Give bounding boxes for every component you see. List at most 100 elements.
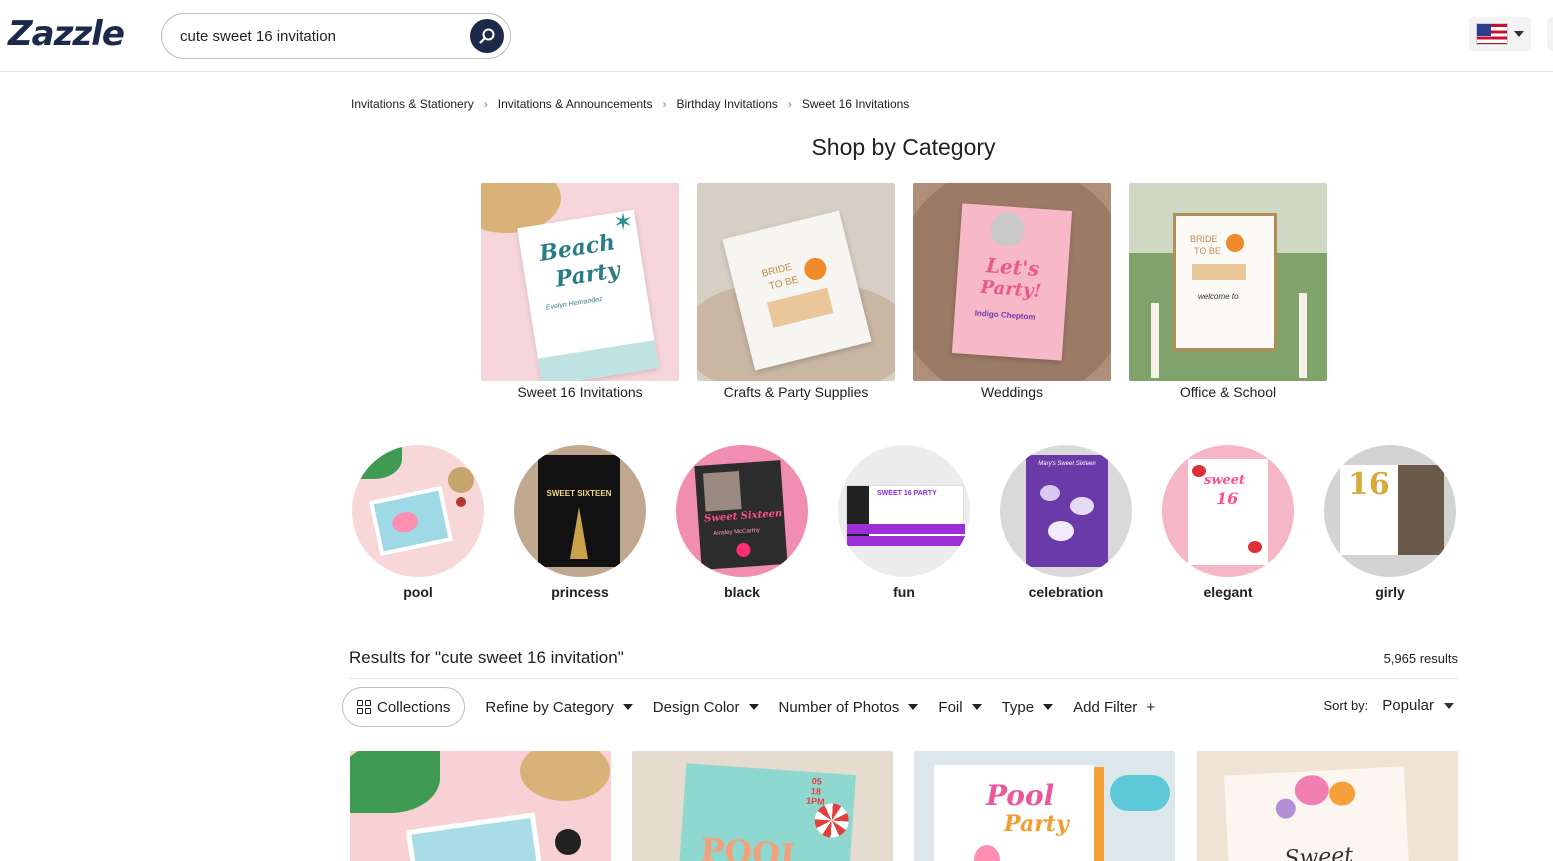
style-chip-princess[interactable]: SWEET SIXTEEN princess (514, 445, 646, 600)
category-tile-office-school[interactable]: BRIDE TO BE welcome to Office & School (1129, 183, 1327, 400)
style-image: Mary's Sweet Sixteen (1000, 445, 1132, 577)
filter-label: Foil (938, 698, 963, 716)
style-image: SWEET 16 PARTY (838, 445, 970, 577)
account-button[interactable] (1547, 17, 1553, 51)
breadcrumb-item[interactable]: Invitations & Announcements (498, 97, 653, 111)
chevron-right-icon: › (787, 97, 792, 111)
filter-label: Refine by Category (485, 698, 614, 716)
card-art-text: Evelyn Hernandez (545, 295, 604, 312)
collections-label: Collections (377, 698, 451, 716)
chevron-down-icon (1514, 31, 1524, 37)
category-tile-weddings[interactable]: Let's Party! Indigo Cheptom Weddings (913, 183, 1111, 400)
search-icon (479, 28, 495, 44)
filter-type[interactable]: Type (1002, 699, 1054, 716)
collections-button[interactable]: Collections (342, 687, 466, 727)
card-art-text: Party! (979, 276, 1043, 303)
style-image: sweet 16 (1162, 445, 1294, 577)
card-art-text: welcome to (1198, 292, 1239, 301)
divider (349, 678, 1458, 679)
results-count: 5,965 results (1383, 651, 1458, 666)
category-label: Office & School (1179, 384, 1277, 400)
us-flag-icon (1476, 23, 1508, 45)
breadcrumb-item[interactable]: Invitations & Stationery (351, 97, 474, 111)
product-card[interactable] (350, 751, 611, 861)
filter-label: Type (1001, 698, 1035, 716)
chevron-down-icon (622, 704, 633, 710)
style-label: pool (403, 584, 433, 600)
card-art-text: Pool (986, 779, 1055, 812)
card-art-text: 16 (1216, 489, 1239, 508)
style-image: SWEET SIXTEEN (514, 445, 646, 577)
card-art-text: Sweet (1283, 843, 1354, 861)
search-button[interactable] (470, 19, 504, 53)
product-card[interactable]: 05 18 1PM POOL (632, 751, 893, 861)
search-bar (161, 13, 511, 59)
style-chip-celebration[interactable]: Mary's Sweet Sixteen celebration (1000, 445, 1132, 600)
card-art-text: Mary's Sweet Sixteen (1038, 461, 1096, 467)
category-image: BRIDE TO BE welcome to (1129, 183, 1327, 381)
category-label: Crafts & Party Supplies (723, 384, 869, 400)
filter-label: Number of Photos (778, 698, 900, 716)
product-card[interactable]: Pool Party (914, 751, 1175, 861)
site-header: Zazzle (0, 0, 1553, 72)
plus-icon: + (1146, 698, 1156, 716)
card-art-text: TO BE (1194, 246, 1221, 256)
style-chip-pool[interactable]: pool (352, 445, 484, 600)
style-label: black (724, 584, 760, 600)
style-label: elegant (1203, 584, 1253, 600)
card-art-text: Ainsley McCarthy (713, 527, 761, 537)
breadcrumb-item[interactable]: Sweet 16 Invitations (802, 97, 909, 111)
chevron-down-icon (748, 704, 759, 710)
chevron-right-icon: › (483, 97, 488, 111)
grid-icon (357, 700, 371, 714)
chevron-down-icon (1444, 702, 1454, 709)
filter-bar: Collections Refine by Category Design Co… (342, 687, 1155, 727)
style-label: celebration (1028, 584, 1104, 600)
breadcrumb: Invitations & Stationery › Invitations &… (351, 97, 909, 111)
category-tile-crafts-party-supplies[interactable]: BRIDE TO BE Crafts & Party Supplies (697, 183, 895, 400)
card-art-text: Indigo Cheptom (974, 308, 1036, 322)
country-selector[interactable] (1469, 17, 1531, 51)
results-title: Results for "cute sweet 16 invitation" (349, 648, 624, 667)
style-label: girly (1375, 584, 1405, 600)
filter-foil[interactable]: Foil (938, 698, 982, 716)
card-art-text: Let's (985, 253, 1041, 281)
chevron-right-icon: › (662, 97, 667, 111)
add-filter-label: Add Filter (1073, 698, 1138, 716)
search-input[interactable] (180, 14, 470, 58)
style-chip-black[interactable]: Sweet Sixteen Ainsley McCarthy black (676, 445, 808, 600)
category-label: Weddings (980, 384, 1043, 400)
style-chip-elegant[interactable]: sweet 16 elegant (1162, 445, 1294, 600)
chevron-down-icon (908, 704, 919, 710)
category-image: BRIDE TO BE (697, 183, 895, 381)
filter-number-of-photos[interactable]: Number of Photos (779, 699, 919, 716)
card-art-text: BRIDE (1190, 234, 1218, 244)
category-image: Let's Party! Indigo Cheptom (913, 183, 1111, 381)
card-art-text: SWEET 16 PARTY (877, 490, 937, 497)
card-art-text: sweet (1204, 473, 1246, 488)
category-image: Beach Party Evelyn Hernandez ✶ (481, 183, 679, 381)
zazzle-logo[interactable]: Zazzle (8, 14, 125, 54)
style-image: Sweet Sixteen Ainsley McCarthy (676, 445, 808, 577)
breadcrumb-item[interactable]: Birthday Invitations (677, 97, 778, 111)
style-chip-fun[interactable]: SWEET 16 PARTY fun (838, 445, 970, 600)
filter-design-color[interactable]: Design Color (653, 699, 759, 716)
card-art-text: 16 (1348, 467, 1390, 502)
style-label: princess (551, 584, 609, 600)
style-image: 16 (1324, 445, 1456, 577)
card-art-text: POOL (699, 830, 804, 861)
add-filter-button[interactable]: Add Filter + (1073, 699, 1155, 716)
shop-by-category-title: Shop by Category (811, 134, 996, 160)
style-chip-girly[interactable]: 16 girly (1324, 445, 1456, 600)
card-art-text: SWEET SIXTEEN (546, 489, 612, 498)
sort-label: Sort by: (1323, 698, 1369, 713)
sort-dropdown[interactable]: Popular (1382, 697, 1434, 714)
card-art-text: Party (1004, 811, 1069, 837)
sort-control: Sort by: Popular (1323, 697, 1454, 714)
style-image (352, 445, 484, 577)
category-tile-sweet-16-invitations[interactable]: Beach Party Evelyn Hernandez ✶ Sweet 16 … (481, 183, 679, 400)
chevron-down-icon (971, 704, 982, 710)
filter-refine-by-category[interactable]: Refine by Category (485, 698, 633, 716)
filter-label: Design Color (652, 698, 740, 716)
product-card[interactable]: Sweet (1197, 751, 1458, 861)
